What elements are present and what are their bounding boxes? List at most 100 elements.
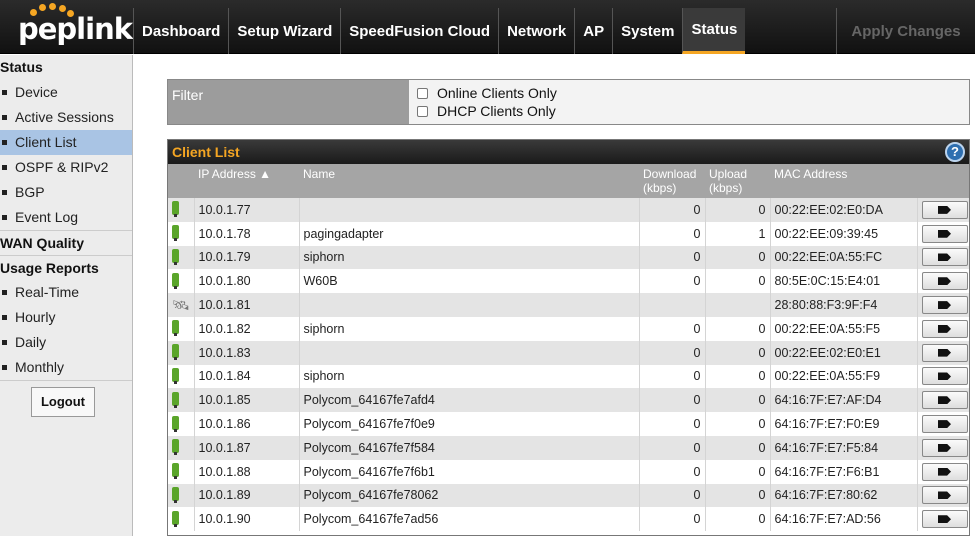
upload-cell: 0 — [705, 412, 771, 436]
nav-setup-wizard[interactable]: Setup Wizard — [228, 8, 340, 54]
sidebar-item-real-time[interactable]: Real-Time — [0, 280, 132, 305]
download-cell: 0 — [639, 316, 706, 341]
tag-button[interactable] — [921, 438, 968, 457]
table-row[interactable]: 10.0.1.80 W60B 0 0 80:5E:0C:15:E4:01 — [168, 269, 969, 294]
table-row[interactable]: 10.0.1.78 pagingadapter 0 1 00:22:EE:09:39:4… — [168, 221, 969, 246]
upload-cell: 0 — [705, 435, 771, 460]
device-icon-cell: 🛰 — [168, 293, 195, 317]
table-row[interactable]: 10.0.1.79 siphorn 0 0 00:22:EE:0A:55:FC — [168, 245, 969, 270]
table-row[interactable]: 10.0.1.89 Polycom_64167fe78062 0 0 64:16:7F:… — [168, 483, 969, 508]
table-row[interactable]: 10.0.1.85 Polycom_64167fe7afd4 0 0 64:16:7F:… — [168, 388, 969, 413]
upload-cell: 0 — [705, 198, 771, 222]
sidebar-item-monthly[interactable]: Monthly — [0, 355, 132, 380]
upload-cell: 0 — [705, 245, 771, 270]
tag-button[interactable] — [921, 510, 968, 529]
download-cell: 0 — [639, 483, 706, 508]
top-bar: peplink Dashboard Setup Wizard SpeedFusi… — [0, 0, 975, 54]
sidebar-item-ospf-ripv2[interactable]: OSPF & RIPv2 — [0, 155, 132, 180]
tag-button[interactable] — [921, 391, 968, 410]
online-clients-only-checkbox[interactable] — [417, 87, 428, 99]
col-name-header[interactable]: Name — [299, 164, 639, 198]
sidebar-item-event-log[interactable]: Event Log — [0, 205, 132, 230]
wired-device-icon — [172, 272, 179, 289]
tag-button[interactable] — [921, 462, 968, 481]
table-row[interactable]: 10.0.1.82 siphorn 0 0 00:22:EE:0A:55:F5 — [168, 316, 969, 341]
sidebar-item-label: Monthly — [15, 359, 65, 375]
sidebar-item-hourly[interactable]: Hourly — [0, 305, 132, 330]
table-row[interactable]: 10.0.1.87 Polycom_64167fe7f584 0 0 64:16:7F:… — [168, 435, 969, 460]
sidebar-item-bgp[interactable]: BGP — [0, 180, 132, 205]
tag-button[interactable] — [921, 343, 968, 362]
action-cell — [917, 221, 969, 246]
col-upload-header[interactable]: Upload (kbps) — [705, 164, 770, 198]
tag-button[interactable] — [921, 272, 968, 291]
nav-status[interactable]: Status — [682, 8, 746, 54]
device-icon-cell — [168, 198, 195, 222]
dhcp-clients-only-checkbox[interactable] — [417, 105, 428, 117]
sidebar-header-wan-quality[interactable]: WAN Quality — [0, 230, 132, 255]
device-icon-cell — [168, 364, 195, 389]
nav-dashboard[interactable]: Dashboard — [133, 8, 228, 54]
device-icon-cell — [168, 245, 195, 270]
device-icon-cell — [168, 316, 195, 341]
bullet-icon — [2, 315, 7, 320]
nav-system[interactable]: System — [612, 8, 682, 54]
tag-button[interactable] — [921, 296, 968, 315]
nav-speedfusion-cloud[interactable]: SpeedFusion Cloud — [340, 8, 498, 54]
table-row[interactable]: 10.0.1.90 Polycom_64167fe7ad56 0 0 64:16:7F:… — [168, 507, 969, 532]
online-clients-only-option[interactable]: Online Clients Only — [415, 84, 963, 102]
col-ip-address-header[interactable]: IP Address ▲ — [194, 164, 299, 198]
bullet-icon — [2, 140, 7, 145]
table-row[interactable]: 10.0.1.86 Polycom_64167fe7f0e9 0 0 64:16:7F:… — [168, 412, 969, 436]
sidebar-item-client-list[interactable]: Client List — [0, 130, 132, 155]
tag-button[interactable] — [921, 319, 968, 338]
sidebar-item-active-sessions[interactable]: Active Sessions — [0, 105, 132, 130]
download-cell: 0 — [639, 340, 706, 365]
sidebar-item-daily[interactable]: Daily — [0, 330, 132, 355]
tag-icon — [938, 253, 951, 262]
apply-changes-button[interactable]: Apply Changes — [836, 8, 975, 54]
device-icon-cell — [168, 435, 195, 460]
table-row[interactable]: 10.0.1.77 0 0 00:22:EE:02:E0:DA — [168, 198, 969, 222]
dhcp-clients-only-option[interactable]: DHCP Clients Only — [415, 102, 963, 120]
name-cell: siphorn — [299, 245, 640, 270]
tag-icon — [938, 229, 951, 238]
name-cell: W60B — [299, 269, 640, 294]
tag-icon — [938, 396, 951, 405]
col-action-header — [917, 164, 969, 198]
tag-button[interactable] — [921, 224, 968, 243]
ip-address-cell: 10.0.1.81 — [194, 293, 300, 317]
action-cell — [917, 435, 969, 460]
name-cell: Polycom_64167fe7afd4 — [299, 388, 640, 413]
sidebar-item-device[interactable]: Device — [0, 80, 132, 105]
mac-address-cell: 64:16:7F:E7:AD:56 — [770, 507, 918, 532]
ip-address-cell: 10.0.1.82 — [194, 316, 300, 341]
tag-button[interactable] — [921, 486, 968, 505]
wired-device-icon — [172, 344, 179, 361]
col-mac-address-header[interactable]: MAC Address — [770, 164, 917, 198]
wired-device-icon — [172, 248, 179, 265]
tag-icon — [938, 372, 951, 381]
sidebar-item-label: Active Sessions — [15, 109, 114, 125]
tag-button[interactable] — [921, 415, 968, 434]
action-cell — [917, 483, 969, 508]
table-row[interactable]: 10.0.1.88 Polycom_64167fe7f6b1 0 0 64:16:7F:… — [168, 459, 969, 484]
nav-ap[interactable]: AP — [574, 8, 612, 54]
table-row[interactable]: 🛰 10.0.1.81 28:80:88:F3:9F:F4 — [168, 293, 969, 317]
logout-button[interactable]: Logout — [31, 387, 95, 417]
help-icon[interactable]: ? — [945, 142, 965, 162]
ip-address-cell: 10.0.1.89 — [194, 483, 300, 508]
tag-button[interactable] — [921, 367, 968, 386]
tag-button[interactable] — [921, 200, 968, 219]
sidebar-item-label: OSPF & RIPv2 — [15, 159, 109, 175]
bullet-icon — [2, 215, 7, 220]
table-row[interactable]: 10.0.1.84 siphorn 0 0 00:22:EE:0A:55:F9 — [168, 364, 969, 389]
col-download-header[interactable]: Download (kbps) — [639, 164, 705, 198]
mac-address-cell: 80:5E:0C:15:E4:01 — [770, 269, 918, 294]
tag-button[interactable] — [921, 248, 968, 267]
peplink-logo[interactable]: peplink — [0, 0, 133, 54]
nav-network[interactable]: Network — [498, 8, 574, 54]
download-cell: 0 — [639, 435, 706, 460]
table-row[interactable]: 10.0.1.83 0 0 00:22:EE:02:E0:E1 — [168, 340, 969, 365]
mac-address-cell: 00:22:EE:02:E0:DA — [770, 198, 918, 222]
